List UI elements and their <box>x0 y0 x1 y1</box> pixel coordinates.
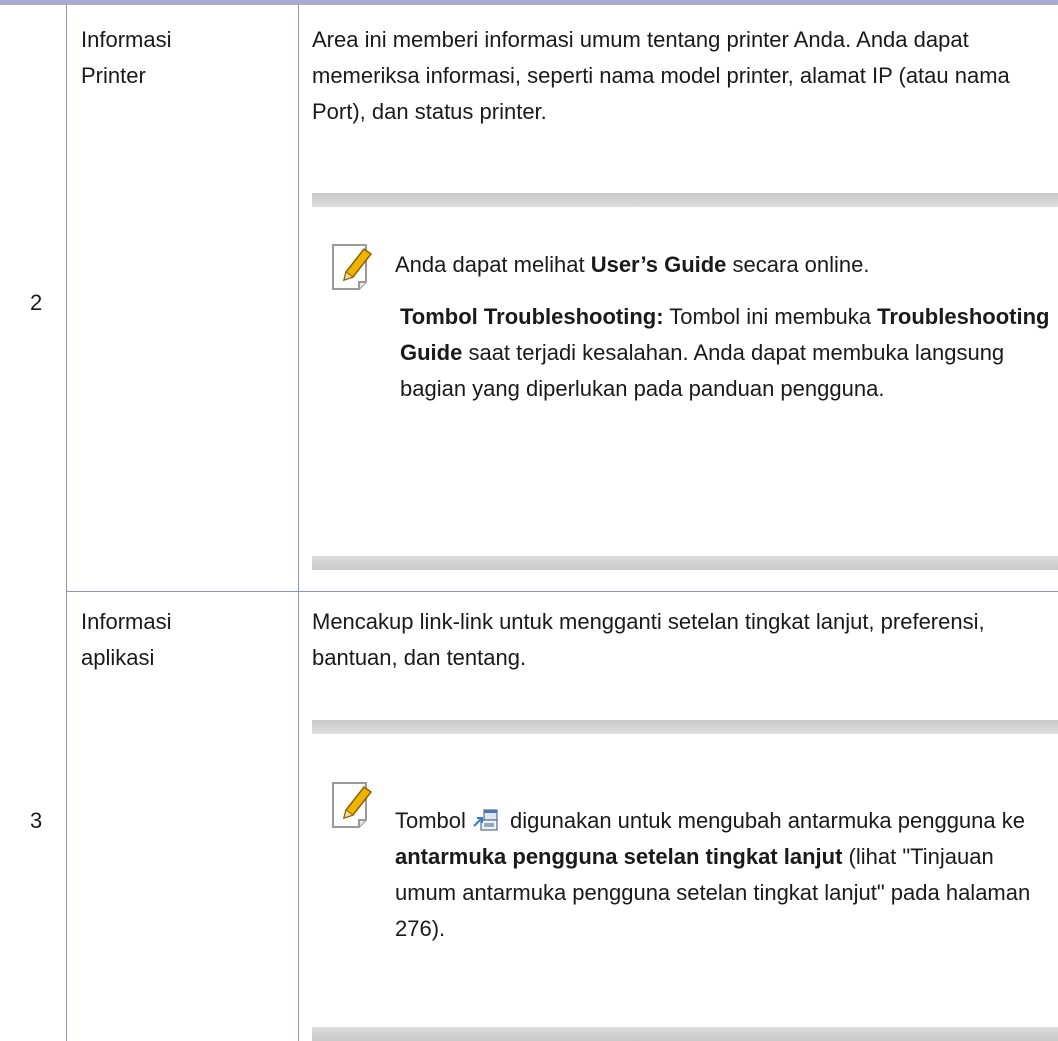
column-divider <box>66 5 67 1041</box>
advanced-ui-switch-icon[interactable] <box>472 809 498 831</box>
row-label: Informasi Printer <box>81 27 172 88</box>
note-paragraph: Tombol digunakan untuk mengubah antarmuk… <box>395 808 1031 941</box>
note-top-band <box>312 193 1058 207</box>
note-bottom-band <box>312 1027 1058 1041</box>
note-text: Anda dapat melihat User’s Guide secara o… <box>395 247 1055 407</box>
row-description: Mencakup link-link untuk mengganti setel… <box>312 609 985 670</box>
note-bottom-band <box>312 556 1058 570</box>
note-paragraph: Tombol Troubleshooting: Tombol ini membu… <box>400 304 1050 401</box>
note-paragraph: Anda dapat melihat User’s Guide secara o… <box>395 252 870 277</box>
row-divider <box>66 591 1058 592</box>
note-pencil-icon <box>332 782 373 828</box>
note-pencil-icon <box>332 244 373 290</box>
row-number: 3 <box>30 808 43 833</box>
row-number: 2 <box>30 290 43 315</box>
note-text: Tombol digunakan untuk mengubah antarmuk… <box>395 803 1055 947</box>
row-description: Area ini memberi informasi umum tentang … <box>312 27 1010 124</box>
table-top-border <box>0 0 1058 5</box>
row-label: Informasi aplikasi <box>81 609 172 670</box>
note-top-band <box>312 720 1058 734</box>
column-divider <box>298 5 299 1041</box>
